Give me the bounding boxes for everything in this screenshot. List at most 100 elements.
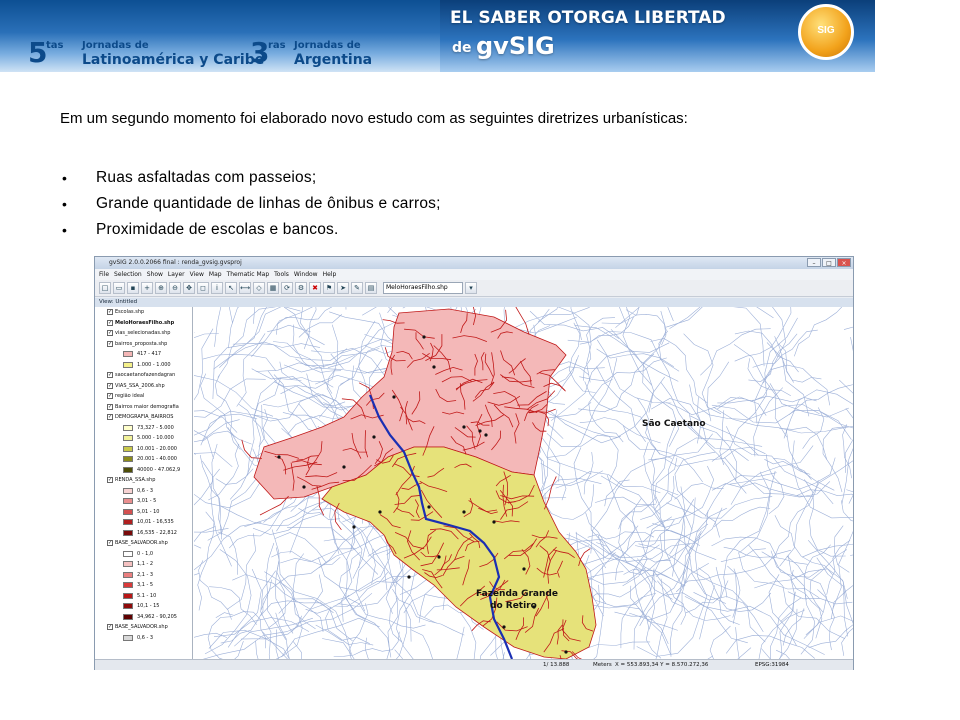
arrow-icon[interactable]: ➤ [337,282,349,294]
legend-swatch [123,592,133,599]
school-point[interactable] [462,425,466,429]
maximize-icon[interactable]: □ [822,258,836,267]
toc-label: 1.000 - 1.000 [137,361,171,368]
menu-view[interactable]: View [190,269,204,280]
layer-checkbox[interactable]: ✓ [107,414,113,421]
toc-legend-entry: 0,6 - 3 [95,486,192,497]
toc-layer[interactable]: ✓ VIAS_SSA_2006.shp [95,381,192,392]
layer-checkbox[interactable]: ✓ [107,624,113,631]
legend-swatch [123,361,133,368]
pan-icon[interactable]: ✥ [183,282,195,294]
chevron-down-icon[interactable]: ▾ [465,282,477,294]
toc-layer[interactable]: ✓ BASE_SALVADOR.shp [95,538,192,549]
layer-checkbox[interactable]: ✓ [107,403,113,410]
menu-window[interactable]: Window [294,269,318,280]
toc-legend-entry: 16,535 - 22,812 [95,528,192,539]
school-point[interactable] [372,435,376,439]
zoom-out-icon[interactable]: ⊖ [169,282,181,294]
toc-layer[interactable]: ✓ BASE_SALVADOR.shp [95,622,192,633]
menu-tools[interactable]: Tools [274,269,289,280]
open-icon[interactable]: ▭ [113,282,125,294]
toc-label: MeloHoraesFilho.shp [115,319,175,326]
school-point[interactable] [437,555,441,559]
school-point[interactable] [392,395,396,399]
school-point[interactable] [427,505,431,509]
layer-checkbox[interactable]: ✓ [107,309,113,316]
select-icon[interactable]: ↖ [225,282,237,294]
info-icon[interactable]: i [211,282,223,294]
toc-layer[interactable]: ✓ RENDA_SSA.shp [95,475,192,486]
school-point[interactable] [352,525,356,529]
new-icon[interactable]: □ [99,282,111,294]
menu-show[interactable]: Show [147,269,163,280]
school-point[interactable] [502,625,506,629]
school-point[interactable] [277,455,281,459]
school-point[interactable] [378,510,382,514]
settings-icon[interactable]: ⚙ [295,282,307,294]
layer-checkbox[interactable]: ✓ [107,540,113,547]
add-layer-icon[interactable]: + [141,282,153,294]
toc-layer[interactable]: ✓ DEMOGRAFIA_BAIRROS [95,412,192,423]
toc-layer[interactable]: ✓ região ideal [95,391,192,402]
school-point[interactable] [432,365,436,369]
toc-label: DEMOGRAFIA_BAIRROS [115,414,174,421]
menu-selection[interactable]: Selection [114,269,142,280]
table-icon[interactable]: ▦ [267,282,279,294]
legend-swatch [123,456,133,463]
minimize-icon[interactable]: – [807,258,821,267]
close-icon[interactable]: × [837,258,851,267]
banner-number-5: 5 [28,36,48,69]
school-point[interactable] [407,575,411,579]
layer-select[interactable]: MeloHoraesFilho.shp [383,282,463,294]
school-point[interactable] [522,567,526,571]
menu-layer[interactable]: Layer [168,269,185,280]
toc-layer[interactable]: ✓ Escolas.shp [95,307,192,318]
layer-checkbox[interactable]: ✓ [107,372,113,379]
toc-label: 0,6 - 3 [137,634,154,641]
school-point[interactable] [422,335,426,339]
zoom-in-icon[interactable]: ⊕ [155,282,167,294]
menu-help[interactable]: Help [323,269,337,280]
layer-checkbox[interactable]: ✓ [107,340,113,347]
toc-legend-entry: 2,1 - 3 [95,570,192,581]
school-point[interactable] [478,429,482,433]
toc-layer[interactable]: ✓ vias_selecionadas.shp [95,328,192,339]
scale-readout[interactable]: 1/ 13.888 [543,660,569,671]
full-extent-icon[interactable]: ◻ [197,282,209,294]
map-svg: São Caetano Fazenda Grande do Retiro [194,307,853,659]
save-icon[interactable]: ▪ [127,282,139,294]
layer-checkbox[interactable]: ✓ [107,330,113,337]
layer-checkbox[interactable]: ✓ [107,477,113,484]
toc-legend-entry: 34,962 - 90,205 [95,612,192,623]
menu-map[interactable]: Map [209,269,222,280]
school-point[interactable] [462,510,466,514]
school-point[interactable] [302,485,306,489]
legend-swatch [123,613,133,620]
measure-icon[interactable]: ⟷ [239,282,251,294]
edit-icon[interactable]: ✎ [351,282,363,294]
refresh-icon[interactable]: ⟳ [281,282,293,294]
header-banner: 5 tas Jornadas de Latinoamérica y Caribe… [0,0,875,72]
legend-swatch [123,466,133,473]
legend-swatch [123,424,133,431]
toc-layer[interactable]: ✓ Bairros maior demografia [95,402,192,413]
toc-layer[interactable]: ✓ bairros_proposta.shp [95,339,192,350]
area-icon[interactable]: ◇ [253,282,265,294]
toc-layer[interactable]: ✓ MeloHoraesFilho.shp [95,318,192,329]
school-point[interactable] [492,520,496,524]
menu-thematic-map[interactable]: Thematic Map [227,269,270,280]
delete-icon[interactable]: ✖ [309,282,321,294]
grid-icon[interactable]: ▤ [365,282,377,294]
coords-readout: X = 553.893,34 Y = 8.570.272,36 [615,662,709,668]
flag-icon[interactable]: ⚑ [323,282,335,294]
layer-checkbox[interactable]: ✓ [107,319,113,326]
school-point[interactable] [564,650,568,654]
toc-layer[interactable]: ✓ saocaetanofazendagran [95,370,192,381]
layer-checkbox[interactable]: ✓ [107,393,113,400]
map-canvas[interactable]: São Caetano Fazenda Grande do Retiro [194,307,853,659]
menubar: File Selection Show Layer View Map Thema… [95,269,853,280]
school-point[interactable] [484,433,488,437]
menu-file[interactable]: File [99,269,109,280]
layer-checkbox[interactable]: ✓ [107,382,113,389]
school-point[interactable] [342,465,346,469]
